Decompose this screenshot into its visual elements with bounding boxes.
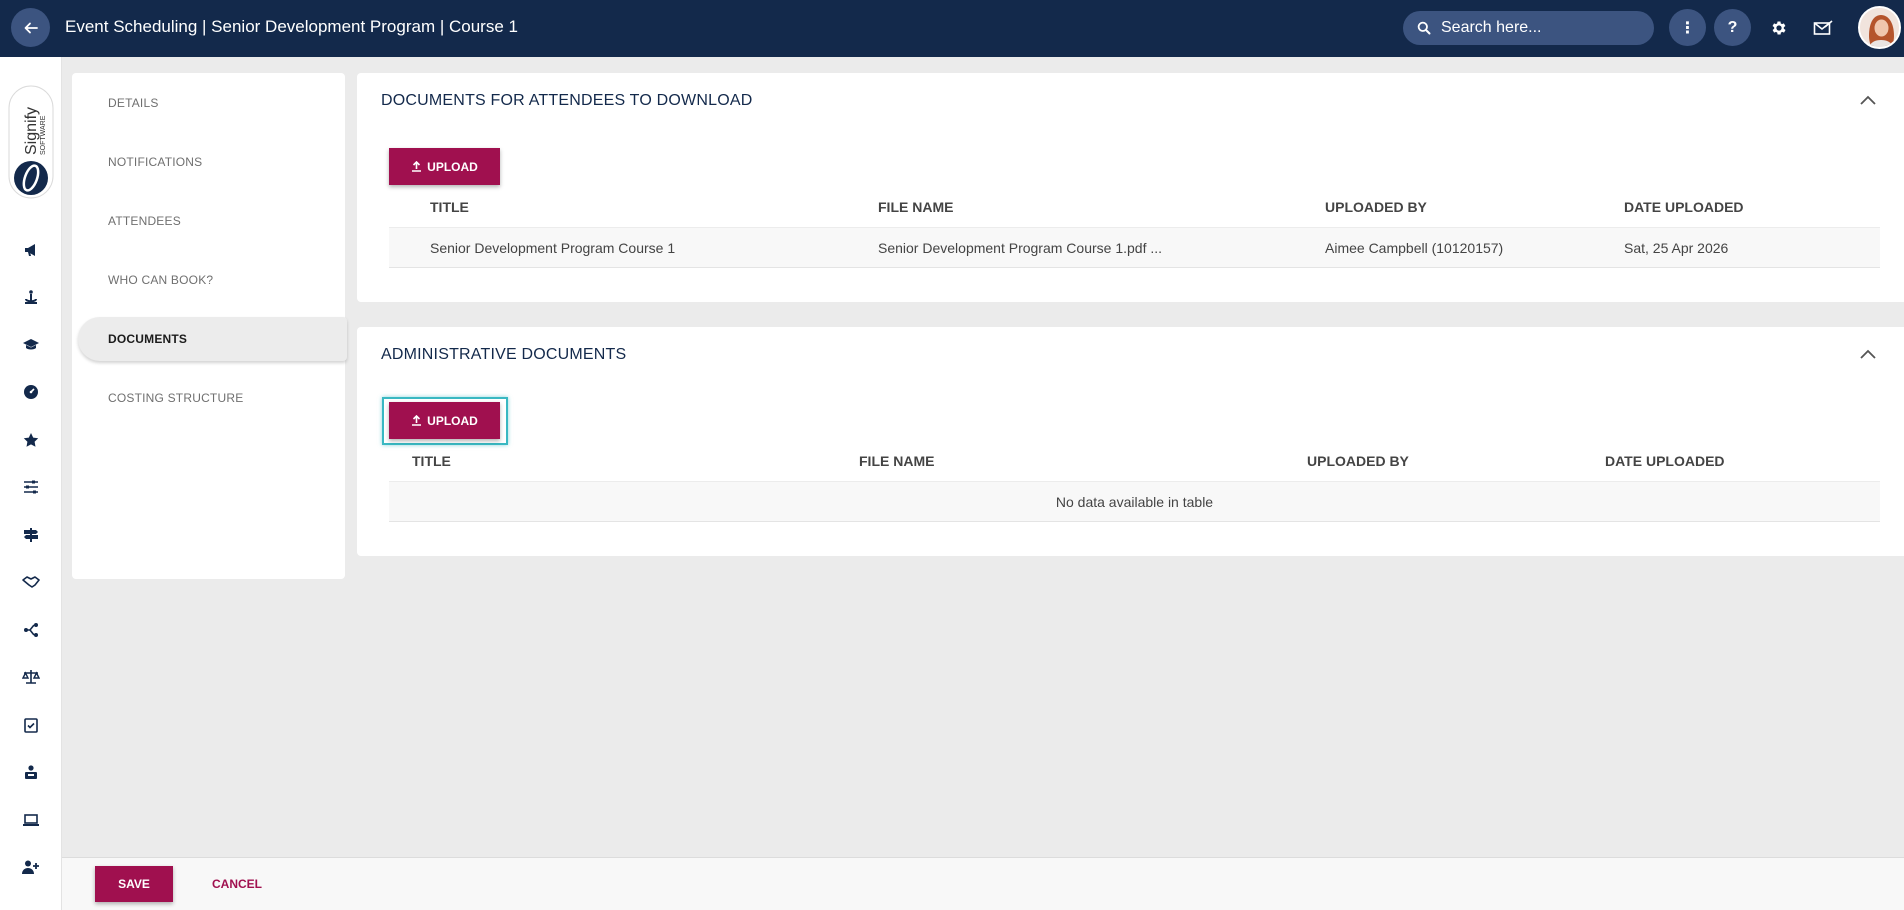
panel-title: DOCUMENTS FOR ATTENDEES TO DOWNLOAD — [381, 92, 753, 109]
column-header-date-uploaded: DATE UPLOADED — [1605, 453, 1725, 469]
laptop-icon[interactable] — [19, 808, 43, 832]
nav-item-who-can-book[interactable]: WHO CAN BOOK? — [72, 258, 345, 302]
handshake-icon[interactable] — [19, 570, 43, 594]
column-header-file-name: FILE NAME — [878, 199, 954, 215]
help-icon: ? — [1727, 18, 1738, 36]
administrative-documents-panel: ADMINISTRATIVE DOCUMENTS UPLOAD TITLE FI… — [357, 327, 1904, 556]
graduation-cap-icon[interactable] — [19, 333, 43, 357]
column-header-date-uploaded: DATE UPLOADED — [1624, 199, 1744, 215]
nav-item-label: COSTING STRUCTURE — [108, 391, 244, 405]
gear-icon — [1772, 21, 1786, 35]
column-header-uploaded-by: UPLOADED BY — [1325, 199, 1427, 215]
upload-label: UPLOAD — [427, 159, 478, 174]
admin-upload-button[interactable]: UPLOAD — [389, 402, 500, 439]
signpost-icon[interactable] — [19, 523, 43, 547]
search-icon — [1417, 21, 1431, 35]
attendee-upload-button[interactable]: UPLOAD — [389, 148, 500, 185]
more-vertical-icon: ⋮ — [1679, 19, 1696, 37]
empty-table-row: No data available in table — [389, 481, 1880, 522]
cell-title: Senior Development Program Course 1 — [430, 240, 676, 256]
mail-icon — [1813, 20, 1833, 35]
nav-item-notifications[interactable]: NOTIFICATIONS — [72, 140, 345, 184]
help-button[interactable]: ? — [1714, 9, 1751, 46]
nav-item-documents[interactable]: DOCUMENTS — [78, 317, 347, 361]
column-header-uploaded-by: UPLOADED BY — [1307, 453, 1409, 469]
panel-title: ADMINISTRATIVE DOCUMENTS — [381, 346, 627, 363]
gauge-icon[interactable] — [19, 380, 43, 404]
upload-icon — [412, 415, 422, 426]
more-options-button[interactable]: ⋮ — [1669, 9, 1706, 46]
column-header-file-name: FILE NAME — [859, 453, 935, 469]
search-input[interactable] — [1441, 19, 1641, 37]
messages-button[interactable] — [1809, 14, 1837, 42]
upload-label: UPLOAD — [427, 413, 478, 428]
page-title: Event Scheduling | Senior Development Pr… — [65, 17, 518, 36]
left-rail: Signify SOFTWARE — [0, 57, 62, 910]
cell-uploaded-by: Aimee Campbell (10120157) — [1325, 240, 1504, 256]
arrow-left-icon — [24, 22, 38, 33]
cell-date-uploaded: Sat, 25 Apr 2026 — [1624, 240, 1729, 256]
svg-text:SOFTWARE: SOFTWARE — [40, 115, 47, 155]
checklist-icon[interactable] — [19, 713, 43, 737]
user-avatar[interactable] — [1858, 6, 1901, 49]
scales-icon[interactable] — [19, 665, 43, 689]
table-row[interactable]: Senior Development Program Course 1 Seni… — [389, 227, 1880, 268]
nav-item-label: DETAILS — [108, 96, 159, 110]
save-button[interactable]: SAVE — [95, 866, 173, 902]
sliders-icon[interactable] — [19, 475, 43, 499]
top-bar: Event Scheduling | Senior Development Pr… — [0, 0, 1904, 57]
nav-item-costing-structure[interactable]: COSTING STRUCTURE — [72, 376, 345, 420]
nav-item-details[interactable]: DETAILS — [72, 81, 345, 125]
chevron-up-icon[interactable] — [1858, 347, 1878, 361]
nav-item-attendees[interactable]: ATTENDEES — [72, 199, 345, 243]
section-nav: DETAILS NOTIFICATIONS ATTENDEES WHO CAN … — [72, 73, 347, 579]
search-box[interactable] — [1403, 11, 1654, 45]
back-button[interactable] — [11, 8, 50, 47]
upload-icon — [412, 161, 422, 172]
avatar-image — [1860, 8, 1899, 47]
svg-text:Signify: Signify — [23, 107, 40, 155]
nav-item-label: WHO CAN BOOK? — [108, 273, 214, 287]
settings-button[interactable] — [1765, 14, 1793, 42]
column-header-title: TITLE — [412, 453, 451, 469]
nav-item-label: DOCUMENTS — [108, 332, 188, 346]
cancel-button[interactable]: CANCEL — [202, 866, 272, 902]
branch-icon[interactable] — [19, 618, 43, 642]
attendee-documents-panel: DOCUMENTS FOR ATTENDEES TO DOWNLOAD UPLO… — [357, 73, 1904, 302]
column-header-title: TITLE — [430, 199, 469, 215]
anchor-icon[interactable] — [19, 285, 43, 309]
nav-item-label: NOTIFICATIONS — [108, 155, 203, 169]
user-badge-icon[interactable] — [19, 760, 43, 784]
nav-item-label: ATTENDEES — [108, 214, 181, 228]
signify-logo: Signify SOFTWARE — [8, 85, 54, 200]
cell-file-name[interactable]: Senior Development Program Course 1.pdf … — [878, 240, 1162, 256]
add-user-icon[interactable] — [19, 855, 43, 879]
empty-message: No data available in table — [1055, 494, 1214, 510]
megaphone-icon[interactable] — [19, 238, 43, 262]
chevron-up-icon[interactable] — [1858, 93, 1878, 107]
star-icon[interactable] — [19, 428, 43, 452]
footer-bar: SAVE CANCEL — [62, 857, 1904, 910]
